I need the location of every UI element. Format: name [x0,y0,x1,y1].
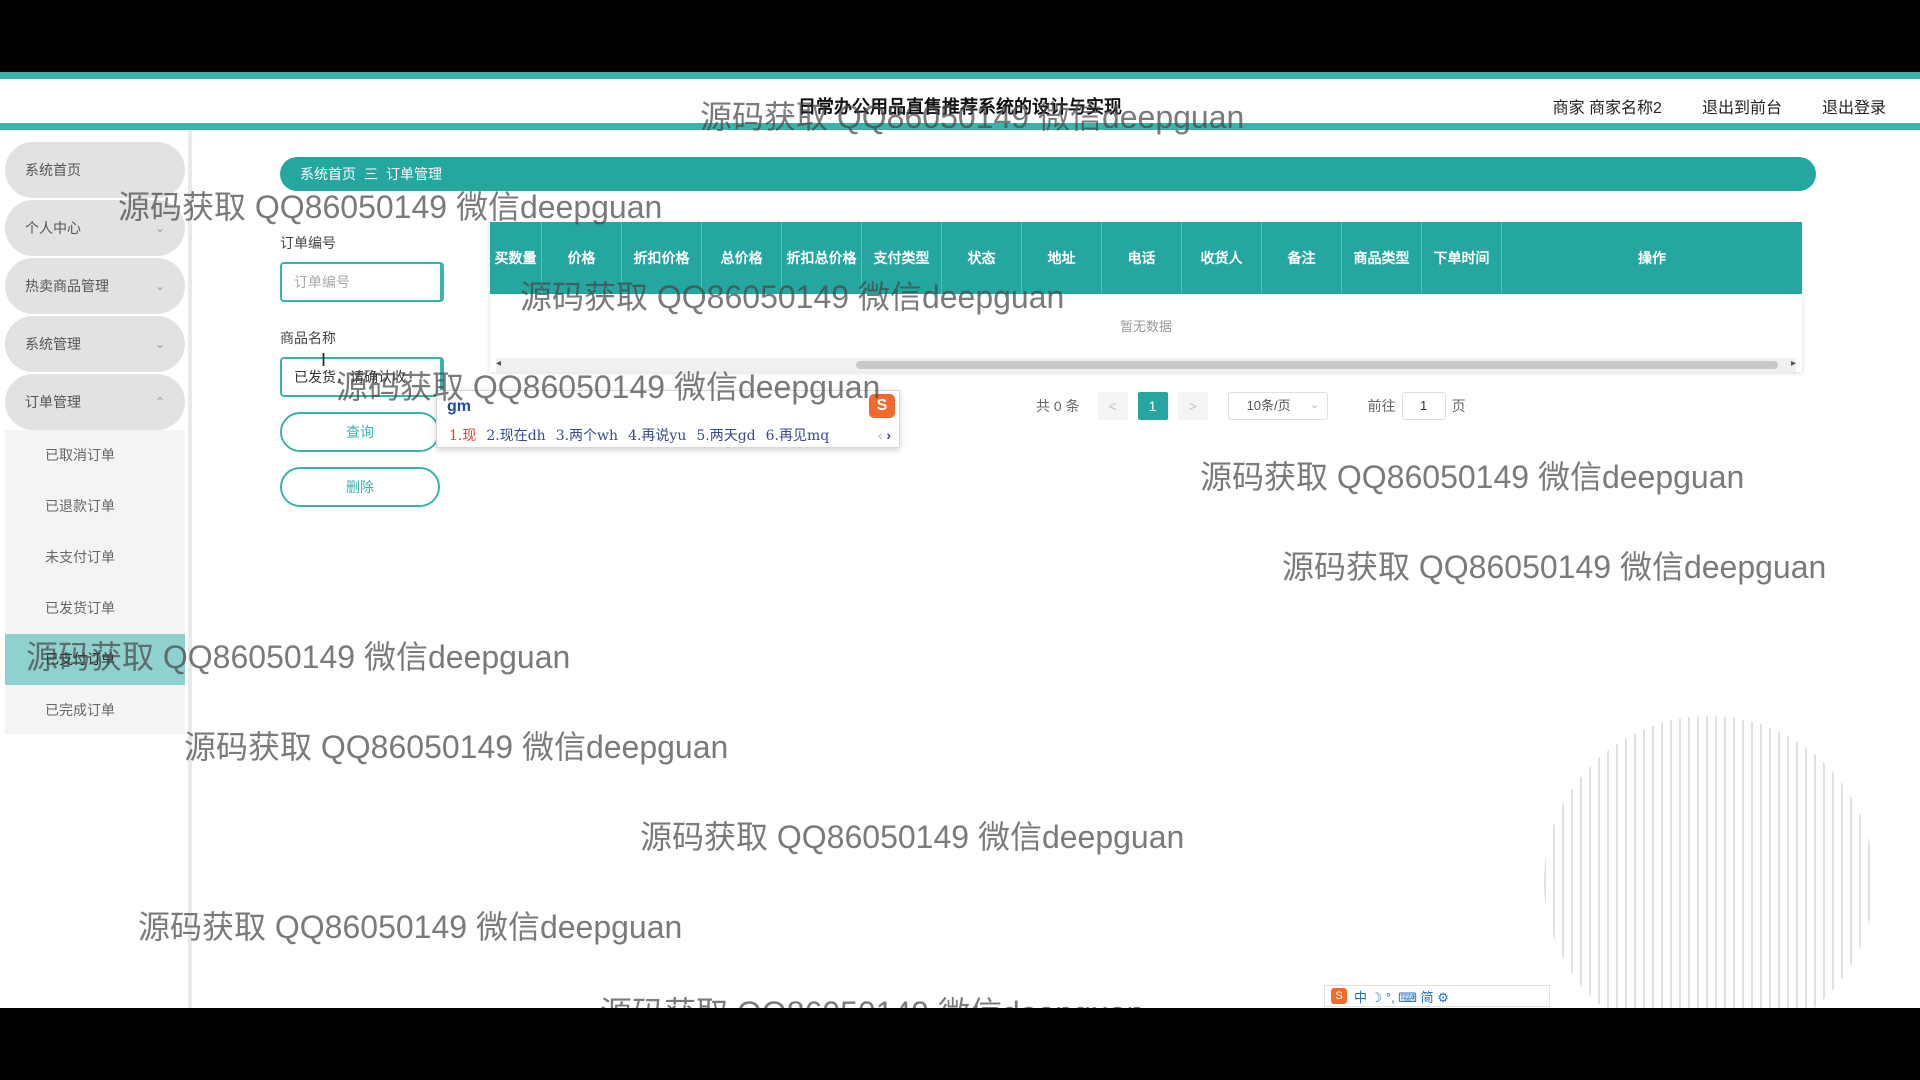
column-header[interactable]: 支付类型 [862,222,942,294]
breadcrumb-home[interactable]: 系统首页 [300,166,356,182]
scroll-right-icon[interactable]: ▸ [1791,358,1796,369]
ime-candidate-list: 1.现 2.现在dh 3.两个wh 4.再说yu 5.两天gd 6.再见mq [449,425,839,445]
sidebar-item-system[interactable]: 系统管理 ⌄ [5,316,185,372]
sidebar-item-home[interactable]: 系统首页 [5,142,185,198]
ime-candidate[interactable]: 6.再见mq [766,428,830,444]
delete-button[interactable]: 删除 [280,467,440,507]
chevron-down-icon: ⌄ [1310,400,1319,411]
scroll-left-icon[interactable]: ◂ [496,358,501,369]
breadcrumb-current: 订单管理 [386,166,442,182]
order-no-input[interactable]: 订单编号 [280,262,444,302]
chevron-down-icon: ⌄ [154,279,165,293]
decorative-circle [1544,716,1874,1008]
column-header[interactable]: 折扣价格 [622,222,702,294]
empty-text: 暂无数据 [1119,319,1172,334]
ime-toolbar[interactable]: S 中 ☽ °, ⌨ 简 ⚙ [1324,985,1550,1007]
prev-page-button[interactable]: < [1097,392,1128,420]
sidebar-item-label: 个人中心 [25,220,81,236]
chevron-right-icon[interactable]: › [886,427,891,443]
pagination: 共 0 条 < 1 > 10条/页 ⌄ 前往 1 页 [1036,392,1466,420]
column-header[interactable]: 下单时间 [1422,222,1502,294]
column-header[interactable]: 地址 [1022,222,1102,294]
sidebar-item-profile[interactable]: 个人中心 ⌄ [5,200,185,256]
sidebar-item-label: 系统首页 [25,162,81,178]
orders-table: 买数量 价格 折扣价格 总价格 折扣总价格 支付类型 状态 地址 电话 收货人 … [490,222,1802,372]
sidebar-item-hot-goods[interactable]: 热卖商品管理 ⌄ [5,258,185,314]
column-header[interactable]: 折扣总价格 [782,222,862,294]
chevron-up-icon: ⌃ [154,395,165,409]
goods-name-input[interactable]: 已发货，请确认收 [280,357,444,397]
ime-logo-icon: S [1331,988,1347,1004]
page-size-select[interactable]: 10条/页 ⌄ [1227,392,1328,420]
next-page-button[interactable]: > [1177,392,1208,420]
sidebar-item-orders[interactable]: 订单管理 ⌃ [5,374,185,430]
watermark: 源码获取 QQ86050149 微信deepguan [184,729,729,765]
chevron-down-icon: ⌄ [154,337,165,351]
ime-candidate-popup: gm S 1.现 2.现在dh 3.两个wh 4.再说yu 5.两天gd 6.再见mq ‹… [436,390,900,448]
watermark: 源码获取 QQ86050149 微信deepguan [1282,549,1827,585]
page-1-button[interactable]: 1 [1137,392,1168,420]
submenu-paid-orders[interactable]: 已支付订单 [5,634,185,685]
watermark: 源码获取 QQ86050149 微信deepguan [1200,459,1745,495]
sidebar: 系统首页 个人中心 ⌄ 热卖商品管理 ⌄ 系统管理 ⌄ 订单管理 ⌃ 已取消订单 已退款… [0,130,192,1008]
user-label: 商家 商家名称2 [1552,100,1662,117]
ime-candidate[interactable]: 3.两个wh [556,428,618,444]
breadcrumb-separator: 三 [364,166,378,182]
submenu-completed-orders[interactable]: 已完成订单 [5,685,185,736]
total-count: 共 0 条 [1036,398,1080,414]
column-header[interactable]: 电话 [1102,222,1182,294]
query-button[interactable]: 查询 [280,412,440,452]
breadcrumb: 系统首页三订单管理 [280,157,1816,191]
column-header[interactable]: 收货人 [1182,222,1262,294]
column-header[interactable]: 商品类型 [1342,222,1422,294]
ime-candidate[interactable]: 1.现 [449,428,476,444]
watermark: 源码获取 QQ86050149 微信deepguan [640,819,1185,855]
submenu-cancelled-orders[interactable]: 已取消订单 [5,430,185,481]
submenu-refunded-orders[interactable]: 已退款订单 [5,481,185,532]
chevron-down-icon: ⌄ [154,221,165,235]
horizontal-scrollbar[interactable]: ◂ ▸ [496,358,1796,372]
top-header: 日常办公用品直售推荐系统的设计与实现 商家 商家名称2 退出到前台 退出登录 [0,72,1920,130]
column-header[interactable]: 备注 [1262,222,1342,294]
ime-toolbar-status: 中 ☽ °, ⌨ 简 ⚙ [1354,989,1449,1005]
column-header[interactable]: 操作 [1502,222,1802,294]
ime-candidate[interactable]: 4.再说yu [628,428,686,444]
table-header: 买数量 价格 折扣价格 总价格 折扣总价格 支付类型 状态 地址 电话 收货人 … [490,222,1802,294]
text-cursor-icon: I [321,350,327,370]
logout-link[interactable]: 退出登录 [1822,94,1886,118]
column-header[interactable]: 总价格 [702,222,782,294]
goto-label: 前往 [1367,398,1396,414]
submenu-unpaid-orders[interactable]: 未支付订单 [5,532,185,583]
submenu-shipped-orders[interactable]: 已发货订单 [5,583,185,634]
ime-logo-icon: S [869,394,895,418]
scrollbar-thumb[interactable] [856,361,1778,369]
watermark: 源码获取 QQ86050149 微信deepguan [600,988,1144,1008]
page-size-value: 10条/页 [1246,398,1291,413]
watermark: 源码获取 QQ86050149 微信deepguan [138,909,683,945]
app-window: 日常办公用品直售推荐系统的设计与实现 商家 商家名称2 退出到前台 退出登录 系… [0,72,1920,1008]
page-unit-label: 页 [1451,398,1466,414]
sidebar-item-label: 系统管理 [25,336,81,352]
ime-candidate[interactable]: 2.现在dh [486,428,545,444]
orders-submenu: 已取消订单 已退款订单 未支付订单 已发货订单 已支付订单 已完成订单 [5,430,185,734]
ime-page-nav[interactable]: ‹ › [878,427,891,443]
column-header[interactable]: 状态 [942,222,1022,294]
column-header[interactable]: 买数量 [490,222,542,294]
column-header[interactable]: 价格 [542,222,622,294]
ime-candidate[interactable]: 5.两天gd [696,428,755,444]
goto-page-input[interactable]: 1 [1401,392,1446,420]
header-actions: 商家 商家名称2 退出到前台 退出登录 [1553,94,1886,118]
ime-composition: gm [447,398,471,415]
goods-name-label: 商品名称 [280,330,336,346]
sidebar-item-label: 订单管理 [25,394,81,410]
order-no-label: 订单编号 [280,235,336,251]
sidebar-item-label: 热卖商品管理 [25,278,109,294]
front-link[interactable]: 退出到前台 [1702,94,1782,118]
